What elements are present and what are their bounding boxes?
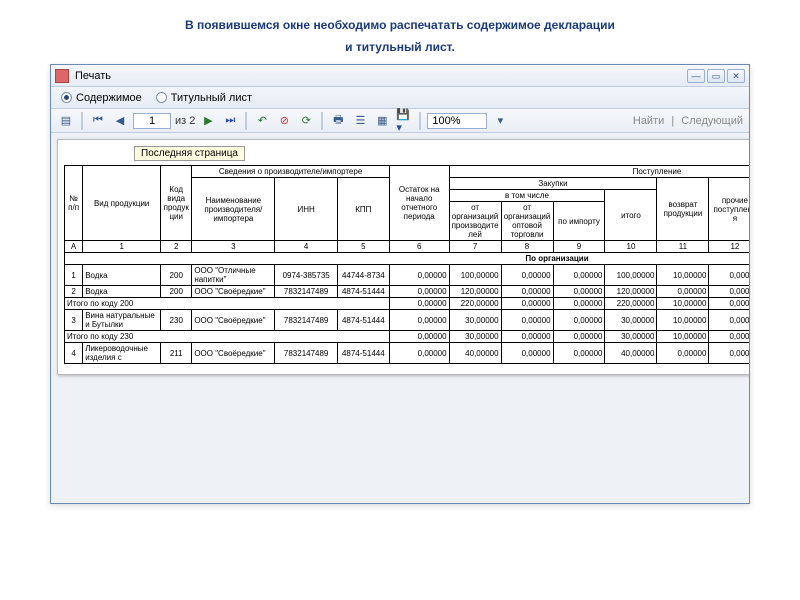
layout-button[interactable]: ☰	[351, 112, 369, 130]
th-vid: Вид продукции	[83, 166, 161, 241]
minimize-button[interactable]: —	[687, 69, 705, 83]
tab-content[interactable]: Содержимое	[61, 92, 142, 104]
close-button[interactable]: ✕	[727, 69, 745, 83]
th-no: № п/п	[65, 166, 83, 241]
tab-titlepage-label: Титульный лист	[171, 92, 252, 104]
th-inn: ИНН	[275, 178, 337, 241]
th-ot-proiz: от организаций производителей	[449, 202, 501, 241]
th-vtomchisle: в том числе	[449, 190, 605, 202]
instruction-line2: и титульный лист.	[0, 40, 800, 64]
instruction-line1: В появившемся окне необходимо распечатат…	[0, 0, 800, 40]
next-page-button[interactable]: ▶	[199, 112, 217, 130]
zoom-dropdown-icon[interactable]: ▾	[491, 112, 509, 130]
page-of-label: из 2	[175, 115, 195, 127]
th-itogo: итого	[605, 190, 657, 241]
refresh-button[interactable]: ⟳	[297, 112, 315, 130]
find-next-label[interactable]: Следующий	[681, 115, 743, 127]
subtotal-row: Итого по коду 2300,0000030,000000,000000…	[65, 331, 750, 343]
print-button[interactable]: 🖶	[329, 112, 347, 130]
find-label[interactable]: Найти	[633, 115, 664, 127]
th-vozvrat-prod: возврат продукции	[657, 178, 709, 241]
last-page-button[interactable]: ⏭	[221, 112, 239, 130]
th-kpp: КПП	[337, 178, 389, 241]
zoom-input[interactable]	[427, 113, 487, 129]
titlebar: Печать — ▭ ✕	[51, 65, 749, 87]
th-ot-opt: от организаций оптовой торговли	[501, 202, 553, 241]
th-zakupki: Закупки	[449, 178, 657, 190]
prev-page-button[interactable]: ◀	[111, 112, 129, 130]
table-row: 3Вина натуральные и Бутылки230ООО "Своёр…	[65, 310, 750, 331]
tab-titlepage[interactable]: Титульный лист	[156, 92, 252, 104]
tab-content-label: Содержимое	[76, 92, 142, 104]
th-prochie-post: прочие поступления	[709, 178, 749, 241]
th-postup: Поступление	[449, 166, 749, 178]
tooltip-last-page: Последняя страница	[134, 146, 245, 161]
export-button[interactable]: 💾▾	[395, 112, 413, 130]
stop-button[interactable]: ⊘	[275, 112, 293, 130]
table-row: 4Ликероводочные изделия с211ООО "Своёред…	[65, 343, 750, 364]
table-row: 1Водка200ООО "Отличные напитки"0974-3857…	[65, 265, 750, 286]
th-ostatok: Остаток на начало отчетного периода	[389, 166, 449, 241]
window-title: Печать	[75, 70, 687, 82]
colnum-row: А12 345 678 91011 121314 151617	[65, 241, 750, 253]
declaration-table: № п/п Вид продукции Код вида продукции С…	[64, 165, 749, 364]
print-window: Печать — ▭ ✕ Содержимое Титульный лист ▤…	[50, 64, 750, 504]
radio-dot-icon	[156, 92, 167, 103]
first-page-button[interactable]: ⏮	[89, 112, 107, 130]
th-po-import: по импорту	[553, 202, 605, 241]
report-viewport[interactable]: Последняя страница Стр. 2 из 3 № п/п Вид…	[51, 133, 749, 503]
th-sved: Сведения о производителе/импортере	[192, 166, 390, 178]
maximize-button[interactable]: ▭	[707, 69, 725, 83]
report-page: Последняя страница Стр. 2 из 3 № п/п Вид…	[57, 139, 749, 375]
find-sep: |	[668, 115, 677, 127]
radio-dot-icon	[61, 92, 72, 103]
table-body: По организации1Водка200ООО "Отличные нап…	[65, 253, 750, 364]
page-number-input[interactable]	[133, 113, 171, 129]
tab-bar: Содержимое Титульный лист	[51, 87, 749, 109]
report-toolbar: ▤ ⏮ ◀ из 2 ▶ ⏭ ↶ ⊘ ⟳ 🖶 ☰ ▦ 💾▾ ▾ Найти | …	[51, 109, 749, 133]
back-button[interactable]: ↶	[253, 112, 271, 130]
page-setup-button[interactable]: ▦	[373, 112, 391, 130]
table-row: 2Водка200ООО "Своёредкие"78321474894874-…	[65, 286, 750, 298]
th-kod: Код вида продукции	[161, 166, 192, 241]
section-row: По организации	[65, 253, 750, 265]
subtotal-row: Итого по коду 2000,00000220,000000,00000…	[65, 298, 750, 310]
app-icon	[55, 69, 69, 83]
doc-map-icon[interactable]: ▤	[57, 112, 75, 130]
th-naim: Наименование производителя/импортера	[192, 178, 275, 241]
